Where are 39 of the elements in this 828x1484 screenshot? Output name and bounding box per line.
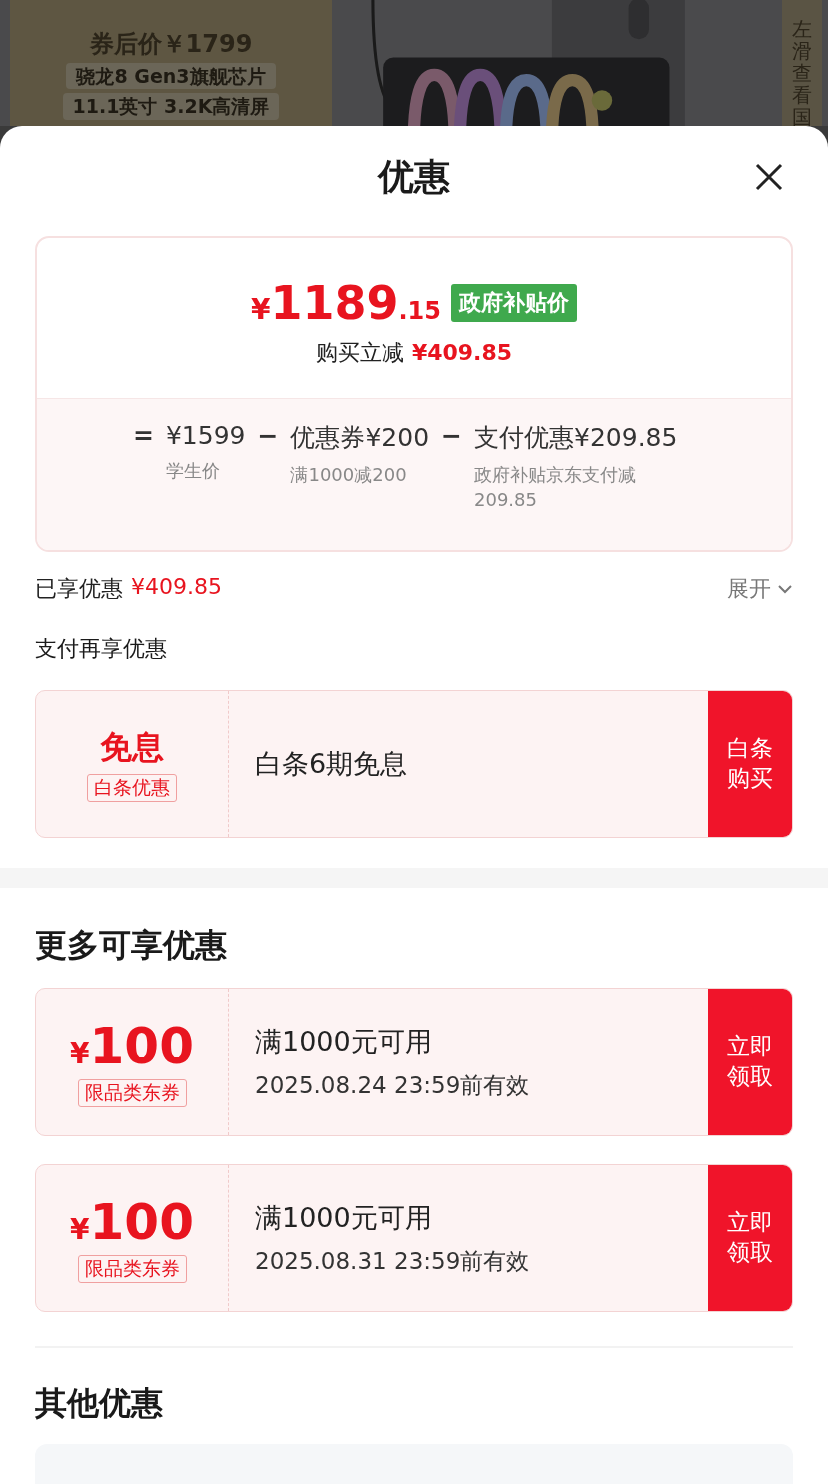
- coupon-validity: 2025.08.24 23:59前有效: [255, 1070, 531, 1100]
- term-note: 满1000减200: [290, 463, 408, 487]
- coupon-tag: 限品类东券: [77, 1079, 187, 1107]
- price-term: 优惠券¥200: [290, 422, 430, 454]
- price-term: 支付优惠¥209.85: [474, 422, 678, 454]
- subsidy-tag: 政府补贴价: [451, 284, 577, 322]
- close-button[interactable]: [754, 162, 784, 192]
- ad-feature: 11.1英寸 3.2K高清屏: [62, 93, 280, 121]
- offer-text: 白条6期免息: [255, 747, 409, 781]
- coupon-validity: 2025.08.31 23:59前有效: [255, 1246, 531, 1276]
- enjoyed-label: 已享优惠: [35, 575, 123, 603]
- section-title: 更多可享优惠: [35, 925, 228, 966]
- reduce-amount: ¥409.85: [411, 340, 513, 365]
- section-title: 其他优惠: [35, 1383, 164, 1424]
- operator-sign: −: [441, 421, 462, 452]
- ad-feature: 骁龙8 Gen3旗舰芯片: [66, 62, 276, 90]
- coupon-tag: 限品类东券: [77, 1255, 187, 1283]
- operator-sign: =: [133, 421, 154, 452]
- term-note: 学生价: [165, 459, 221, 483]
- chevron-icon: [777, 584, 793, 594]
- operator-sign: −: [257, 421, 279, 452]
- buy-button[interactable]: 白条购买: [708, 691, 792, 837]
- coupon-condition: 满1000元可用: [255, 1200, 433, 1235]
- section-title: 支付再享优惠: [35, 635, 168, 663]
- coupon-condition: 满1000元可用: [255, 1024, 433, 1059]
- expand-toggle[interactable]: 展开: [727, 574, 793, 604]
- coupon-amount: ¥100: [70, 1193, 194, 1251]
- enjoyed-amount: ¥409.85: [131, 574, 222, 601]
- price-term: ¥1599: [165, 421, 246, 450]
- term-note: 政府补贴京东支付减209.85: [474, 463, 637, 513]
- sheet-title: 优惠: [378, 154, 450, 199]
- final-price: ¥1189.15: [251, 276, 441, 330]
- coupon-amount: ¥100: [70, 1017, 194, 1075]
- reduce-label: 购买立减: [315, 339, 404, 367]
- close-icon: [754, 162, 784, 192]
- claim-button[interactable]: 立即领取: [708, 989, 792, 1135]
- offer-tag: 白条优惠: [87, 774, 177, 802]
- claim-button[interactable]: 立即领取: [708, 1165, 792, 1311]
- offer-headline: 免息: [100, 727, 164, 768]
